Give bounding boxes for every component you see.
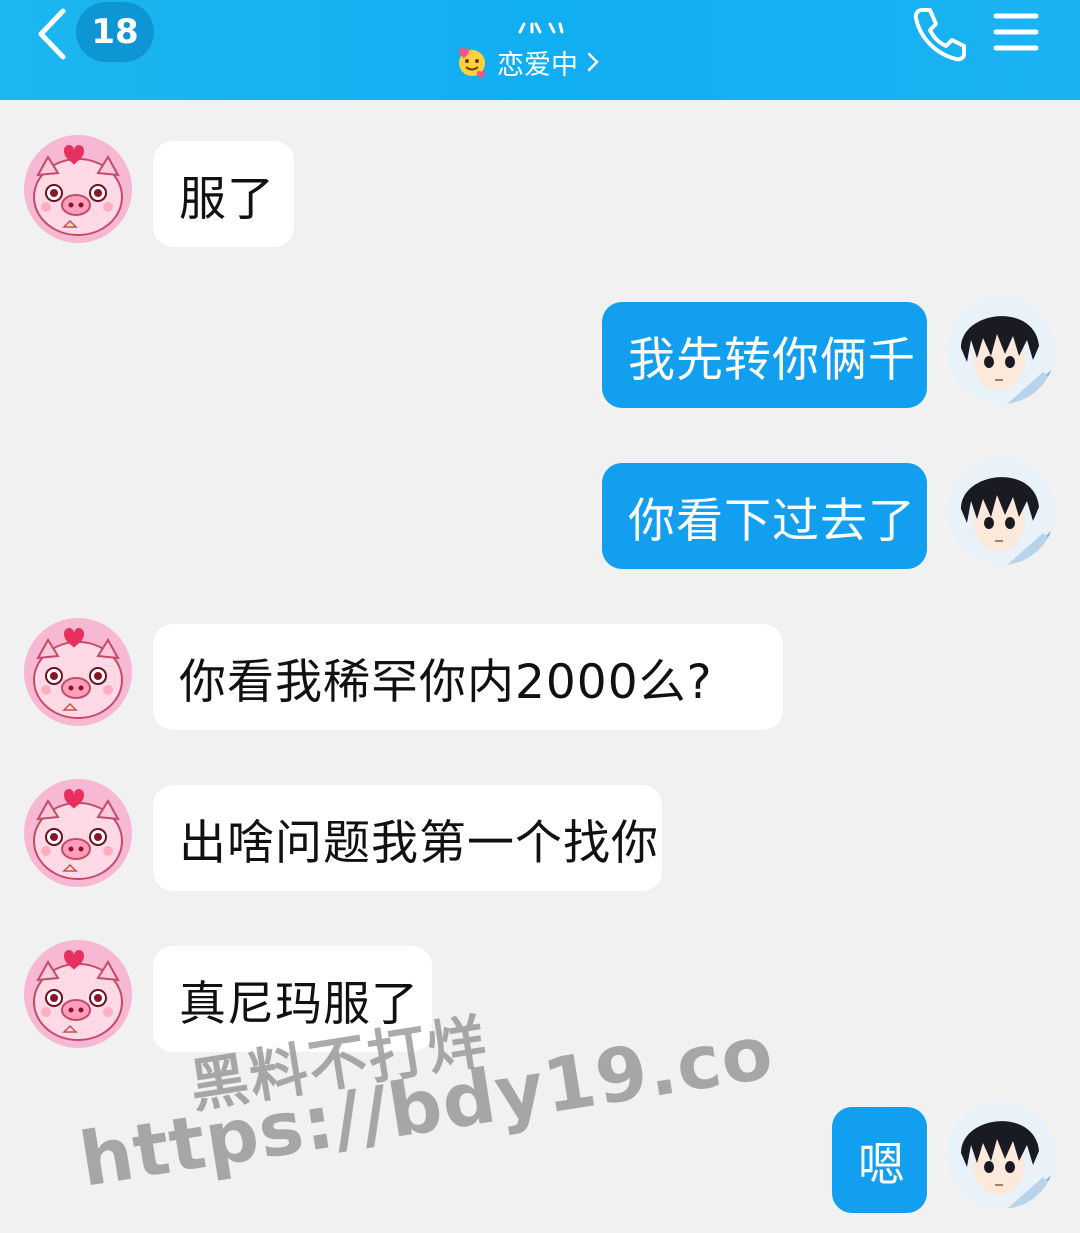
menu-icon: [993, 13, 1039, 51]
message-bubble-outgoing[interactable]: 我先转你俩千: [602, 302, 927, 408]
contact-avatar[interactable]: [24, 940, 132, 1048]
call-button[interactable]: [908, 4, 968, 64]
self-avatar[interactable]: [947, 1101, 1055, 1209]
message-bubble-outgoing[interactable]: 你看下过去了: [602, 463, 927, 569]
message-bubble-incoming[interactable]: 出啥问题我第一个找你: [153, 785, 662, 891]
pig-avatar-icon: [24, 779, 132, 887]
pig-avatar-icon: [24, 618, 132, 726]
pig-avatar-icon: [24, 135, 132, 243]
contact-avatar[interactable]: [24, 135, 132, 243]
contact-avatar[interactable]: [24, 779, 132, 887]
unread-count-badge[interactable]: 18: [76, 2, 154, 62]
anime-avatar-icon: [947, 457, 1055, 565]
relationship-status: 恋爱中: [497, 49, 578, 81]
contact-avatar[interactable]: [24, 618, 132, 726]
self-avatar[interactable]: [947, 296, 1055, 404]
message-bubble-incoming[interactable]: 服了: [153, 141, 294, 247]
chat-header: 18 恋爱中: [0, 0, 1080, 100]
message-bubble-incoming[interactable]: 真尼玛服了: [153, 946, 432, 1052]
message-bubble-incoming[interactable]: 你看我稀罕你内2000么?: [153, 624, 783, 730]
chat-title[interactable]: 恋爱中: [440, 18, 640, 88]
anime-avatar-icon: [947, 1101, 1055, 1209]
message-bubble-outgoing[interactable]: 嗯: [832, 1107, 927, 1213]
contact-name: [518, 22, 564, 34]
menu-button[interactable]: [992, 10, 1040, 54]
love-emoji-icon: [459, 48, 485, 79]
pig-avatar-icon: [24, 940, 132, 1048]
phone-icon: [913, 8, 966, 62]
chevron-right-icon: [587, 52, 599, 72]
chevron-left-icon: [38, 8, 66, 60]
self-avatar[interactable]: [947, 457, 1055, 565]
back-button[interactable]: [30, 6, 74, 62]
anime-avatar-icon: [947, 296, 1055, 404]
